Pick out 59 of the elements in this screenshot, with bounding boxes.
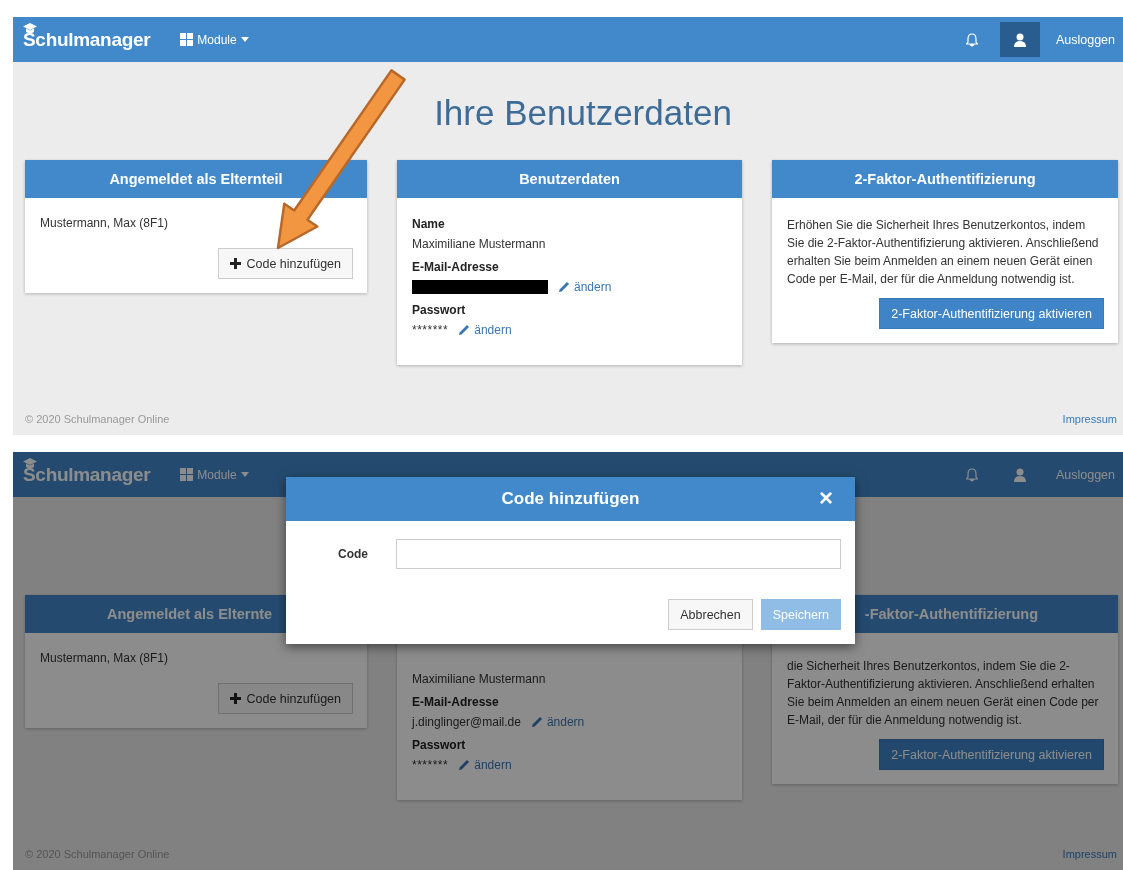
email-address: j.dinglinger@mail.de — [412, 715, 521, 729]
logout-link[interactable]: Ausloggen — [1055, 467, 1115, 482]
field-label: Passwort — [412, 737, 467, 754]
app-logo[interactable]: Schulmanager — [23, 28, 151, 51]
user-name: Maximiliane Mustermann — [412, 237, 546, 251]
imprint-link[interactable]: Impressum — [1062, 848, 1117, 860]
add-code-button[interactable]: Code hinzufügen — [218, 683, 353, 714]
modules-menu[interactable]: Module — [180, 32, 249, 47]
bell-icon — [965, 32, 978, 47]
page-title: Ihre Benutzerdaten — [433, 92, 732, 133]
plus-icon — [230, 258, 242, 269]
logout-link[interactable]: Ausloggen — [1055, 32, 1115, 47]
graduation-cap-icon — [23, 457, 37, 470]
code-input-field[interactable] — [396, 539, 841, 569]
password-value: ******* — [412, 323, 449, 337]
pencil-icon — [458, 759, 471, 771]
field-label: Code — [337, 547, 368, 561]
field-label: Name — [412, 216, 446, 233]
card-title: -Faktor-Authentifizierung — [864, 606, 1038, 622]
card-title: Angemeldet als Elternte — [107, 606, 273, 622]
edit-link[interactable]: ändern — [458, 323, 512, 337]
edit-link[interactable]: ändern — [530, 715, 585, 729]
grid-icon — [180, 468, 194, 481]
graduation-cap-icon — [23, 22, 37, 35]
dialog-title: Code hinzufügen — [501, 489, 640, 509]
pencil-icon — [530, 716, 543, 728]
edit-link[interactable]: ändern — [458, 758, 512, 772]
close-button[interactable]: × — [815, 485, 837, 511]
user-button[interactable] — [999, 22, 1040, 57]
description-text: Erhöhen Sie die Sicherheit Ihres Benutzerkontos, indem Sie die 2-Faktor-Authentifizierung aktivieren. Anschließend erhalten Sie beim Anmelden an einem neuen Gerät einen Code per E-Mail, der für die Anmeldung notwendig ist. — [787, 217, 1100, 288]
copyright-text: © 2020 Schulmanager Online — [25, 413, 170, 425]
activate-button[interactable]: 2-Faktor-Authentifizierung aktivieren — [879, 739, 1104, 770]
app-logo[interactable]: Schulmanager — [23, 463, 151, 486]
edit-link[interactable]: ändern — [558, 280, 612, 294]
caret-icon — [240, 37, 249, 42]
user-name: Maximiliane Mustermann — [412, 672, 546, 686]
grid-icon — [180, 33, 194, 46]
card-title: Benutzerdaten — [519, 171, 620, 187]
cancel-button[interactable]: Abbrechen — [668, 599, 753, 630]
description-text: die Sicherheit Ihres Benutzerkontos, indem Sie die 2-Faktor-Authentifizierung aktivieren. Anschließend erhalten Sie beim Anmelden an einem neuen Gerät einen Code per E-Mail, der für die Anmeldung notwendig ist. — [787, 658, 1100, 729]
user-icon — [1013, 467, 1026, 482]
field-label: E-Mail-Adresse — [412, 694, 500, 711]
card-title: 2-Faktor-Authentifizierung — [854, 171, 1036, 187]
caret-icon — [240, 472, 249, 477]
add-code-button[interactable]: Code hinzufügen — [218, 248, 353, 279]
user-icon — [1013, 32, 1026, 47]
field-label: E-Mail-Adresse — [412, 259, 500, 276]
child-name: Mustermann, Max (8F1) — [40, 651, 170, 665]
child-name: Mustermann, Max (8F1) — [40, 216, 170, 230]
card-title: Angemeldet als Elternteil — [109, 171, 283, 187]
modules-menu[interactable]: Module — [180, 467, 249, 482]
activate-button[interactable]: 2-Faktor-Authentifizierung aktivieren — [879, 298, 1104, 329]
field-label: Passwort — [412, 302, 467, 319]
pencil-icon — [458, 324, 471, 336]
password-value: ******* — [412, 758, 449, 772]
bell-icon — [965, 467, 978, 482]
imprint-link[interactable]: Impressum — [1062, 413, 1117, 425]
plus-icon — [230, 693, 242, 704]
pencil-icon — [558, 281, 570, 293]
